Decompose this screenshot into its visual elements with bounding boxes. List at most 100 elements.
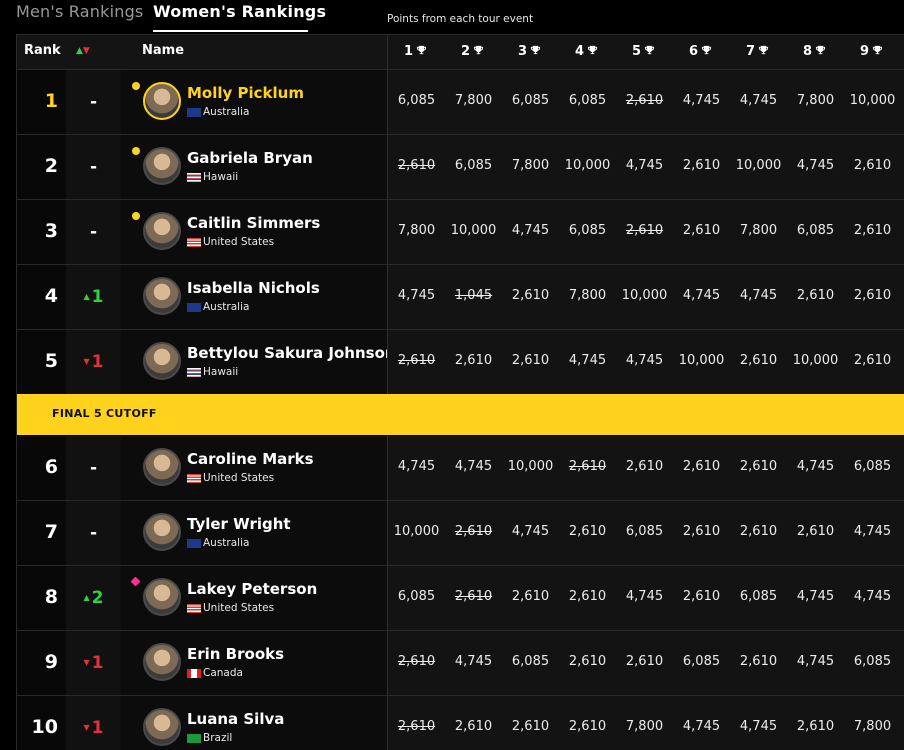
surfer-cell[interactable]: Molly Picklum Australia (121, 70, 387, 134)
avatar[interactable] (143, 147, 181, 185)
event-header-9[interactable]: 9 (843, 44, 900, 59)
surfer-cell[interactable]: Gabriela Bryan Hawaii (121, 135, 387, 199)
table-row[interactable]: 10 ▼ 1 Luana Silva Brazil 2,610 2,610 2,610 2,61… (17, 696, 904, 750)
movement-cell: ▼ 1 (66, 330, 121, 394)
event-score: 2,610 (853, 353, 892, 368)
table-row[interactable]: 8 ▲ 2 Lakey Peterson United States 6,085 2,610… (17, 566, 904, 631)
surfer-cell[interactable]: Tyler Wright Australia (121, 501, 387, 565)
country-label: United States (203, 472, 275, 484)
surfer-cell[interactable]: Erin Brooks Canada (121, 631, 387, 695)
table-row[interactable]: 2 - Gabriela Bryan Hawaii 2,610 6,085 7,800 10,… (17, 135, 904, 200)
rankings-tabs: Men's Rankings Women's Rankings Points f… (0, 0, 904, 34)
yellow-dot-icon (132, 82, 140, 90)
surfer-name[interactable]: Gabriela Bryan (187, 149, 313, 167)
movement-value: - (89, 92, 98, 112)
table-row[interactable]: 7 - Tyler Wright Australia 10,000 2,610 4,745 2… (17, 501, 904, 566)
rank-movement: ▼ 1 (66, 718, 121, 738)
surfer-cell[interactable]: Luana Silva Brazil (121, 696, 387, 750)
rank-number: 6 (44, 456, 58, 478)
arrow-down-icon: ▼ (83, 357, 90, 366)
event-score: 4,745 (397, 288, 436, 303)
surfer-cell[interactable]: Caroline Marks United States (121, 436, 387, 500)
country-label: Hawaii (203, 171, 239, 183)
event-score: 2,610 (625, 93, 664, 108)
avatar[interactable] (143, 708, 181, 746)
avatar[interactable] (143, 643, 181, 681)
surfer-cell[interactable]: Isabella Nichols Australia (121, 265, 387, 329)
surfer-name[interactable]: Caitlin Simmers (187, 214, 320, 232)
event-header-3[interactable]: 3 (501, 44, 558, 59)
surfer-cell[interactable]: Lakey Peterson United States (121, 566, 387, 630)
tab-mens-rankings[interactable]: Men's Rankings (16, 2, 143, 21)
surfer-name[interactable]: Molly Picklum (187, 84, 304, 102)
surfer-name[interactable]: Lakey Peterson (187, 580, 317, 598)
event-score: 2,610 (454, 524, 493, 539)
event-score: 2,610 (454, 589, 493, 604)
event-header-5[interactable]: 5 (615, 44, 672, 59)
movement-value: - (89, 458, 98, 478)
avatar[interactable] (143, 578, 181, 616)
flag-ca-icon (187, 669, 201, 678)
rank-cell: 1 (17, 70, 66, 134)
event-score: 2,610 (568, 654, 607, 669)
event-header-2[interactable]: 2 (444, 44, 501, 59)
event-header-1[interactable]: 1 (387, 44, 444, 59)
event-score: 4,745 (739, 93, 778, 108)
event-score: 4,745 (739, 719, 778, 734)
name-header[interactable]: Name (142, 43, 184, 58)
avatar[interactable] (143, 513, 181, 551)
event-score: 2,610 (739, 524, 778, 539)
event-score: 6,085 (397, 589, 436, 604)
event-score: 2,610 (796, 524, 835, 539)
event-score: 2,610 (739, 654, 778, 669)
event-header-6[interactable]: 6 (672, 44, 729, 59)
scores-cell: 4,745 4,745 10,000 2,610 2,610 2,610 2,610 4,74… (387, 436, 904, 500)
sort-movement-icon[interactable]: ▲▼ (76, 46, 90, 56)
country-label: Australia (203, 537, 250, 549)
avatar[interactable] (143, 277, 181, 315)
table-row[interactable]: 5 ▼ 1 Bettylou Sakura Johnson Hawaii 2,610 2,6… (17, 330, 904, 395)
table-row[interactable]: 4 ▲ 1 Isabella Nichols Australia 4,745 1,045 2,… (17, 265, 904, 330)
event-score: 7,800 (397, 223, 436, 238)
event-header-4[interactable]: 4 (558, 44, 615, 59)
movement-cell: - (66, 501, 121, 565)
movement-value: 1 (91, 352, 104, 372)
event-score: 2,610 (682, 158, 721, 173)
rank-header[interactable]: Rank (24, 43, 61, 58)
event-score: 6,085 (625, 524, 664, 539)
event-score: 4,745 (796, 654, 835, 669)
surfer-name[interactable]: Tyler Wright (187, 515, 291, 533)
movement-cell: - (66, 135, 121, 199)
rank-cell: 8 (17, 566, 66, 630)
table-row[interactable]: 1- Molly Picklum Australia 6,085 7,800 6,085 6… (17, 70, 904, 135)
table-row[interactable]: 9 ▼ 1 Erin Brooks Canada 2,610 4,745 6,085 2,610… (17, 631, 904, 696)
avatar[interactable] (143, 342, 181, 380)
event-score: 10,000 (621, 288, 668, 303)
surfer-cell[interactable]: Caitlin Simmers United States (121, 200, 387, 264)
rank-cell: 3 (17, 200, 66, 264)
surfer-cell[interactable]: Bettylou Sakura Johnson Hawaii (121, 330, 396, 394)
event-header-8[interactable]: 8 (786, 44, 843, 59)
surfer-name[interactable]: Luana Silva (187, 710, 284, 728)
surfer-name[interactable]: Bettylou Sakura Johnson (187, 344, 396, 362)
rank-cell: 10 (17, 696, 66, 750)
avatar[interactable] (143, 82, 181, 120)
rank-movement: ▼ 1 (66, 653, 121, 673)
table-row[interactable]: 6 - Caroline Marks United States 4,745 4,745 1… (17, 436, 904, 501)
event-score: 4,745 (796, 158, 835, 173)
pink-diamond-icon (130, 576, 141, 587)
surfer-name[interactable]: Caroline Marks (187, 450, 314, 468)
rank-number: 4 (44, 285, 58, 307)
event-score: 7,800 (739, 223, 778, 238)
table-row[interactable]: 3 - Caitlin Simmers United States 7,800 10,00… (17, 200, 904, 265)
final-5-cutoff-band: FINAL 5 CUTOFF (17, 394, 904, 435)
movement-cell: - (66, 436, 121, 500)
avatar[interactable] (143, 212, 181, 250)
surfer-name[interactable]: Isabella Nichols (187, 279, 320, 297)
event-score: 2,610 (397, 158, 436, 173)
tab-womens-rankings[interactable]: Women's Rankings (153, 2, 326, 21)
event-header-7[interactable]: 7 (729, 44, 786, 59)
surfer-name[interactable]: Erin Brooks (187, 645, 284, 663)
avatar[interactable] (143, 448, 181, 486)
flag-au-icon (187, 108, 201, 117)
